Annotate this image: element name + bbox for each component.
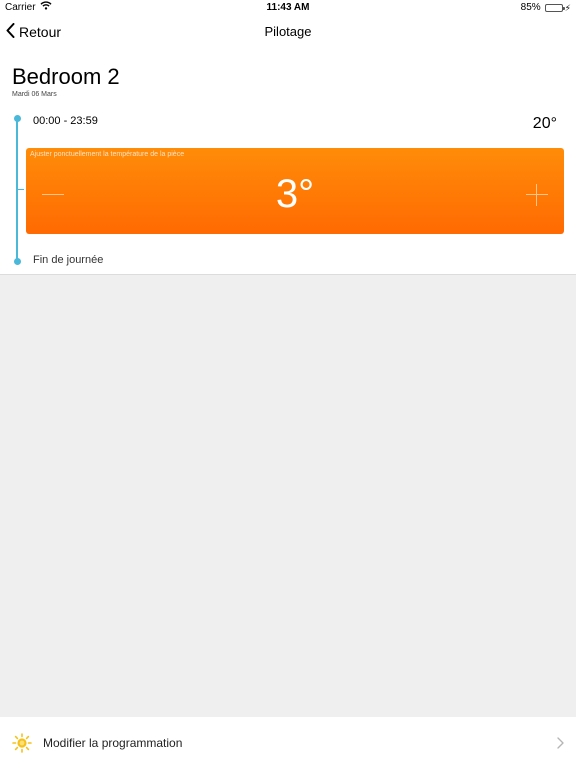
page-title: Pilotage [264, 24, 312, 39]
end-of-day-label: Fin de journée [33, 254, 104, 266]
sun-icon [12, 733, 32, 753]
navigation-bar: Retour Pilotage [0, 16, 576, 48]
status-time: 11:43 AM [266, 2, 310, 13]
room-date: Mardi 06 Mars [12, 91, 57, 98]
battery-icon [544, 4, 565, 12]
status-bar-right: 85% ⚡ [521, 0, 571, 16]
adjust-value: 3° [275, 172, 315, 216]
slot-time-range: 00:00 - 23:59 [33, 115, 98, 127]
adjust-hint: Ajuster ponctuellement la température de… [30, 151, 185, 158]
timeline-tick [18, 189, 24, 190]
battery-percent: 85% [520, 2, 541, 13]
edit-schedule-button[interactable]: Modifier la programmation [0, 717, 576, 768]
plus-icon[interactable] [524, 182, 550, 208]
timeline-line [16, 119, 18, 262]
timeline-start-dot [14, 115, 21, 122]
timeline-end-dot [14, 258, 21, 265]
edit-schedule-label: Modifier la programmation [43, 736, 183, 750]
chevron-right-icon [557, 736, 564, 754]
temperature-adjust-panel: Ajuster ponctuellement la température de… [26, 148, 564, 234]
content-area [0, 274, 576, 717]
status-bar: Carrier 11:43 AM 85% ⚡ [0, 0, 576, 16]
room-name: Bedroom 2 [12, 64, 120, 89]
slot-temperature: 20° [532, 115, 557, 132]
charging-bolt-icon: ⚡ [564, 3, 571, 13]
